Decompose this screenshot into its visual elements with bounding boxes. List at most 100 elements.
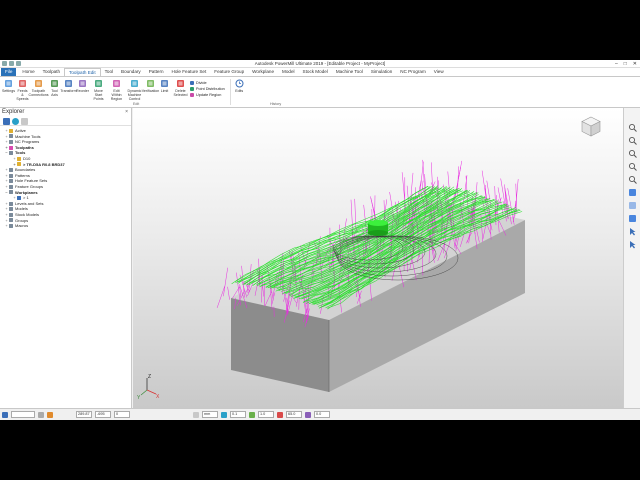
explorer-toolbar [0, 117, 131, 126]
transform-button[interactable]: Transform [60, 77, 77, 107]
tab-feature-group[interactable]: Feature Group [210, 68, 248, 76]
coord-y-field[interactable]: -695 [95, 411, 111, 418]
toolpath-connections-button[interactable]: Toolpath Connections [29, 77, 49, 107]
settings-button[interactable]: Settings [2, 77, 15, 107]
iso-view-icon[interactable] [627, 213, 637, 223]
tab-pattern[interactable]: Pattern [145, 68, 168, 76]
snap-icon[interactable] [38, 411, 44, 418]
tab-stock-model[interactable]: Stock Model [299, 68, 332, 76]
tab-nc-program[interactable]: NC Program [396, 68, 430, 76]
folder-icon [9, 223, 13, 228]
tab-toolpath[interactable]: Toolpath [39, 68, 64, 76]
ribbon-button-label: Feeds & Speeds [16, 89, 29, 101]
tab-tool[interactable]: Tool [101, 68, 117, 76]
coord-z-field[interactable]: 0 [114, 411, 130, 418]
toolpath-link-line [454, 160, 463, 201]
ribbon-small-label: Update Region [196, 93, 222, 97]
thickness-icon [277, 411, 283, 418]
offset-icon [305, 411, 311, 418]
edits-icon [235, 79, 244, 88]
verification-icon [146, 79, 155, 88]
tab-view[interactable]: View [430, 68, 448, 76]
thickness-field[interactable]: 65.0 [286, 411, 302, 418]
feeds-speeds-icon [18, 79, 27, 88]
tree-item-label: Macros [15, 223, 29, 229]
tab-home[interactable]: Home [18, 68, 38, 76]
tab-model[interactable]: Model [278, 68, 299, 76]
globe-icon[interactable] [12, 117, 19, 125]
edit-region-icon [112, 79, 121, 88]
zero-field[interactable]: 0.0 [314, 411, 330, 418]
ribbon-button-label: Settings [2, 89, 15, 93]
folder-icon [9, 212, 13, 217]
feeds-speeds-button[interactable]: Feeds & Speeds [16, 77, 29, 107]
folder-icon [17, 162, 21, 167]
folder-icon [9, 167, 13, 172]
minimize-button[interactable]: – [615, 61, 618, 67]
ribbon-button-label: Dynamic Machine Control [127, 89, 142, 101]
folder-icon [9, 218, 13, 223]
tab-machine-tool[interactable]: Machine Tool [332, 68, 367, 76]
axis-z-label: Z [148, 374, 151, 380]
ribbon-button-label: Limit [160, 89, 169, 93]
workplane-status-icon[interactable] [2, 411, 8, 418]
explorer-title: Explorer [2, 109, 25, 115]
ribbon-button-label: Transform [60, 89, 77, 93]
status-dropdown[interactable] [11, 411, 35, 418]
wireframe-icon[interactable] [627, 200, 637, 210]
view-cube[interactable] [581, 116, 601, 137]
folder-icon [9, 134, 13, 139]
select-icon[interactable] [627, 226, 637, 236]
point-distribution-icon [190, 87, 194, 91]
ribbon-button-label: Move Start Points [93, 89, 104, 101]
zoom-out-icon[interactable] [627, 174, 637, 184]
edit-within-region-button[interactable]: Edit Within Region [108, 77, 125, 107]
tab-file[interactable]: File [1, 68, 17, 76]
delete-selected-button[interactable]: Delete Selected [172, 77, 189, 107]
limit-button[interactable]: Limit [158, 77, 171, 107]
model-view[interactable]: Z X Y [133, 108, 623, 408]
units-field[interactable]: mm [202, 411, 218, 418]
graphics-viewport[interactable]: Z X Y [133, 108, 623, 408]
move-start-points-button[interactable]: Move Start Points [90, 77, 107, 107]
stepover-icon [249, 411, 255, 418]
grid-icon[interactable] [47, 411, 53, 418]
stepover-field[interactable]: 1.0 [258, 411, 274, 418]
coord-x-field[interactable]: 289.87 [76, 411, 92, 418]
shaded-view-icon[interactable] [627, 187, 637, 197]
reorder-button[interactable]: Reorder [76, 77, 89, 107]
tab-simulation[interactable]: Simulation [367, 68, 396, 76]
pan-icon[interactable] [627, 148, 637, 158]
transform-icon [64, 79, 73, 88]
tolerance-field[interactable]: 0.1 [230, 411, 246, 418]
units-icon [193, 411, 199, 418]
tool-axis-button[interactable]: Tool Axis [48, 77, 61, 107]
edits-button[interactable]: Edits [233, 77, 246, 107]
tab-hole-feature-set[interactable]: Hole Feature Set [168, 68, 211, 76]
tolerance-icon [221, 411, 227, 418]
folder-icon [17, 195, 21, 200]
tab-toolpath-edit[interactable]: Toolpath Edit [64, 68, 101, 76]
tab-workplane[interactable]: Workplane [248, 68, 278, 76]
explorer-close-button[interactable]: × [125, 108, 128, 117]
toolpath-cut-line [340, 222, 356, 230]
title-bar: Autodesk PowerMill Ultimate 2019 - [Edit… [0, 60, 640, 68]
pointer-icon[interactable] [627, 239, 637, 249]
ribbon-edit-group: Settings Feeds & Speeds Toolpath Connectio… [2, 77, 190, 107]
maximize-button[interactable]: □ [624, 61, 627, 67]
folder-icon [9, 184, 13, 189]
collapse-icon[interactable] [21, 117, 28, 125]
status-bar: 289.87 -695 0 mm 0.1 1.0 65.0 0.0 [0, 408, 640, 420]
update-region-button[interactable]: Update Region [190, 92, 225, 98]
rotate-icon[interactable] [627, 135, 637, 145]
filter-icon[interactable] [3, 117, 10, 125]
ribbon-tabs: File Home Toolpath Toolpath Edit Tool Boundar… [0, 68, 640, 77]
explorer-header: Explorer × [0, 108, 131, 117]
close-button[interactable]: ✕ [633, 61, 637, 67]
zoom-in-icon[interactable] [627, 161, 637, 171]
zoom-icon[interactable] [627, 122, 637, 132]
verification-button[interactable]: Verification [142, 77, 159, 107]
tab-boundary[interactable]: Boundary [117, 68, 145, 76]
tree-item[interactable]: + Macros [0, 223, 131, 229]
ribbon-button-label: Reorder [76, 89, 89, 93]
